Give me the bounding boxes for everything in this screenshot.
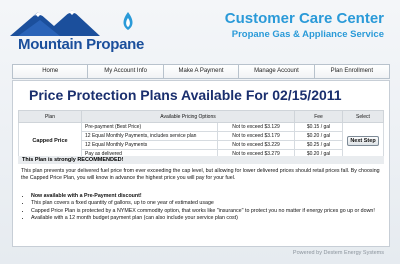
option-price: Not to exceed $3.229	[217, 140, 295, 150]
list-item: Now available with a Pre-Payment discoun…	[31, 193, 381, 200]
option-label: 12 Equal Monthly Payments	[81, 140, 218, 150]
col-header-select: Select	[342, 110, 384, 123]
plan-description: This plan prevents your delivered fuel p…	[21, 168, 380, 181]
brand-name: Mountain Propane	[18, 36, 145, 53]
plan-features-list: Now available with a Pre-Payment discoun…	[21, 193, 381, 222]
nav-home[interactable]: Home	[13, 65, 89, 78]
option-fee: $0.20 / gal	[294, 131, 343, 141]
table-row: Capped Price Pre-payment (Best Price) No…	[18, 122, 384, 159]
list-item: This plan covers a fixed quantity of gal…	[31, 200, 381, 207]
customer-care-title: Customer Care Center	[224, 10, 384, 27]
option-label: 12 Equal Monthly Payments, includes serv…	[81, 131, 218, 141]
content-panel: Price Protection Plans Available For 02/…	[12, 80, 390, 247]
col-header-plan: Plan	[18, 110, 82, 123]
list-item: Available with a 12 month budget payment…	[31, 215, 381, 222]
select-cell: Next Step	[342, 122, 384, 159]
mountain-logo-icon	[10, 10, 133, 36]
nav-plan-enrollment[interactable]: Plan Enrollment	[314, 65, 390, 78]
option-label: Pre-payment (Best Price)	[81, 122, 218, 132]
mountain-propane-logo[interactable]: Mountain Propane	[10, 6, 160, 54]
nav-manage-account[interactable]: Manage Account	[239, 65, 315, 78]
recommendation-banner: This Plan is strongly RECOMMENDED!	[18, 156, 384, 164]
page: Mountain Propane Customer Care Center Pr…	[0, 0, 400, 264]
page-title: Price Protection Plans Available For 02/…	[29, 87, 342, 103]
next-step-button[interactable]: Next Step	[347, 135, 379, 146]
option-price: Not to exceed $3.129	[217, 122, 295, 132]
header: Mountain Propane Customer Care Center Pr…	[0, 0, 400, 58]
option-fee: $0.15 / gal	[294, 122, 343, 132]
option-fee: $0.25 / gal	[294, 140, 343, 150]
pricing-table: Plan Available Pricing Options Fee Selec…	[18, 110, 384, 159]
col-header-fee: Fee	[294, 110, 343, 123]
option-price: Not to exceed $3.179	[217, 131, 295, 141]
main-nav: Home My Account Info Make A Payment Mana…	[12, 64, 390, 79]
nav-make-a-payment[interactable]: Make A Payment	[163, 65, 240, 78]
customer-care-subtitle: Propane Gas & Appliance Service	[231, 29, 384, 40]
nav-my-account-info[interactable]: My Account Info	[88, 65, 164, 78]
col-header-options: Available Pricing Options	[81, 110, 295, 123]
list-item: Capped Price Plan is protected by a NYME…	[31, 208, 381, 215]
plan-name: Capped Price	[18, 122, 82, 159]
table-header-row: Plan Available Pricing Options Fee Selec…	[18, 110, 384, 123]
footer-credit: Powered by Destem Energy Systems	[292, 250, 384, 256]
